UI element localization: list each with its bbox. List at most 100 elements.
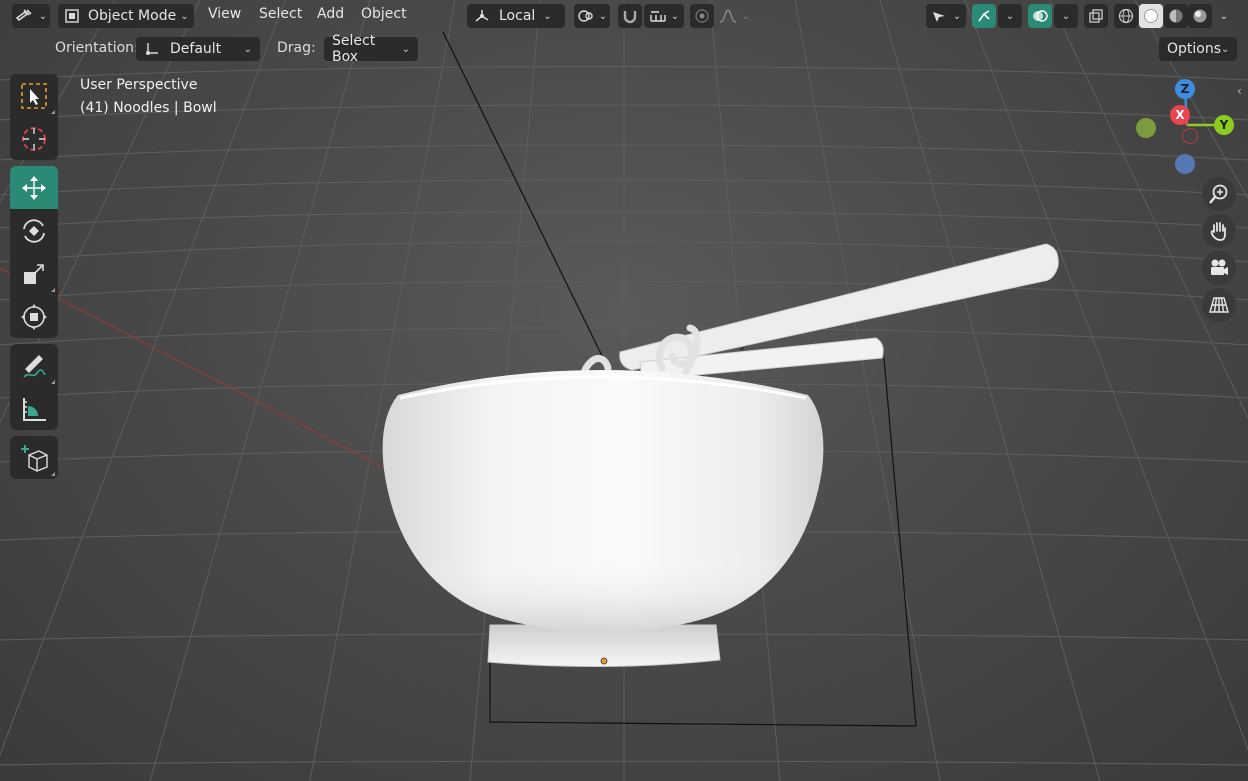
gizmo-neg-y-axis[interactable] <box>1136 118 1156 138</box>
tool-corner-marker <box>51 288 55 292</box>
shading-wireframe-button[interactable] <box>1114 4 1138 28</box>
gizmo-dropdown[interactable]: ⌄ <box>998 4 1022 28</box>
options-dropdown[interactable]: Options ⌄ <box>1159 37 1237 61</box>
3d-viewport[interactable] <box>0 0 1248 781</box>
proportional-circle-icon <box>694 8 710 24</box>
material-sphere-icon <box>1168 8 1184 24</box>
menu-add[interactable]: Add <box>317 6 344 22</box>
snap-toggle[interactable] <box>618 4 642 28</box>
transform-orientation-dropdown[interactable]: Local ⌄ <box>467 4 565 28</box>
zoom-button[interactable] <box>1202 177 1236 211</box>
editor-type-button[interactable]: ⌄ <box>12 4 50 28</box>
gizmo-z-axis[interactable]: Z <box>1175 79 1195 99</box>
annotate-tool[interactable] <box>10 344 58 387</box>
cursor-tool[interactable] <box>10 117 58 160</box>
pivot-icon <box>577 8 595 24</box>
bowl <box>382 370 824 668</box>
rendered-sphere-icon <box>1192 8 1208 24</box>
camera-view-button[interactable] <box>1202 251 1236 285</box>
wireframe-sphere-icon <box>1118 8 1134 24</box>
toolbar-group-select <box>10 74 58 160</box>
falloff-dropdown[interactable]: ⌄ <box>716 4 752 28</box>
proportional-editing-toggle[interactable] <box>690 4 714 28</box>
rotate-icon <box>23 218 45 243</box>
toolbar-group-transform <box>10 166 58 338</box>
chevron-down-icon: ⌄ <box>180 10 189 22</box>
chevron-down-icon: ⌄ <box>598 10 608 22</box>
xray-icon <box>1088 8 1104 24</box>
scale-tool[interactable] <box>10 252 58 295</box>
object-info: (41) Noodles | Bowl <box>80 100 217 116</box>
chevron-down-icon: ⌄ <box>1221 43 1230 55</box>
grid-perspective-icon <box>1209 297 1229 313</box>
shading-material-button[interactable] <box>1164 4 1188 28</box>
drag-value: Select Box <box>332 33 376 65</box>
transform-icon <box>21 303 47 330</box>
gizmo-x-label: X <box>1175 108 1185 122</box>
chevron-down-icon: ⌄ <box>670 10 680 22</box>
options-label: Options <box>1167 41 1222 57</box>
show-gizmo-toggle[interactable] <box>972 4 996 28</box>
gizmo-y-axis[interactable]: Y <box>1214 115 1234 135</box>
pivot-point-button[interactable]: ⌄ <box>574 4 610 28</box>
chevron-down-icon: ⌄ <box>1005 10 1015 22</box>
orientation-axes-icon <box>144 41 160 57</box>
drag-dropdown[interactable]: Select Box ⌄ <box>324 33 418 65</box>
view-object-types-dropdown[interactable]: ⌄ <box>926 4 966 28</box>
pencil-icon <box>23 354 46 378</box>
navigation-gizmo[interactable]: Z X Y <box>1130 74 1240 184</box>
shading-options-dropdown[interactable]: ⌄ <box>1212 4 1236 28</box>
orientation-value: Default <box>170 41 222 57</box>
chevron-down-icon: ⌄ <box>401 43 410 55</box>
gizmo-x-axis[interactable]: X <box>1170 105 1190 125</box>
perspective-toggle-button[interactable] <box>1202 288 1236 322</box>
drag-label: Drag: <box>277 40 316 56</box>
overlays-dropdown[interactable]: ⌄ <box>1054 4 1078 28</box>
measure-tool[interactable] <box>10 387 58 430</box>
sidebar-toggle-arrow[interactable]: ‹ <box>1237 84 1248 100</box>
editor-type-icon <box>15 8 35 24</box>
falloff-curve-icon <box>718 8 738 24</box>
camera-icon <box>1211 259 1228 275</box>
tool-corner-marker <box>51 380 55 384</box>
menu-object[interactable]: Object <box>361 6 407 22</box>
zoom-icon <box>1209 184 1228 204</box>
gizmo-z-label: Z <box>1180 82 1190 96</box>
orientation-dropdown[interactable]: Default ⌄ <box>136 37 260 61</box>
hand-icon <box>1210 222 1226 241</box>
viewport-header: ⌄ Object Mode ⌄ View Select Add Object L… <box>0 0 1248 32</box>
shading-solid-button[interactable] <box>1139 4 1163 28</box>
chevron-down-icon: ⌄ <box>952 10 962 22</box>
transform-orientation-label: Local <box>499 8 536 24</box>
gizmo-neg-x-axis[interactable] <box>1182 128 1198 144</box>
snap-increment-icon <box>649 9 667 23</box>
local-axes-icon <box>473 8 491 24</box>
select-box-tool[interactable] <box>10 74 58 117</box>
ruler-icon <box>23 397 46 421</box>
menu-select[interactable]: Select <box>259 6 302 22</box>
show-overlays-toggle[interactable] <box>1028 4 1052 28</box>
view-name: User Perspective <box>80 77 198 93</box>
cursor-icon <box>22 126 46 151</box>
chevron-down-icon: ⌄ <box>741 10 751 22</box>
move-arrows-icon <box>22 175 46 200</box>
xray-toggle[interactable] <box>1084 4 1108 28</box>
transform-tool[interactable] <box>10 295 58 338</box>
scene-canvas <box>0 0 1248 781</box>
gizmo-icon <box>976 8 992 24</box>
select-box-icon <box>21 82 47 109</box>
add-cube-tool[interactable] <box>10 436 58 479</box>
pan-button[interactable] <box>1202 214 1236 248</box>
tool-corner-marker <box>51 110 55 114</box>
mode-selector[interactable]: Object Mode ⌄ <box>58 4 194 28</box>
gizmo-y-label: Y <box>1219 118 1229 132</box>
gizmo-neg-z-axis[interactable] <box>1175 154 1195 174</box>
snap-target-dropdown[interactable]: ⌄ <box>644 4 684 28</box>
orientation-label: Orientation: <box>55 40 139 56</box>
chevron-down-icon: ⌄ <box>38 10 48 22</box>
shading-rendered-button[interactable] <box>1188 4 1212 28</box>
move-tool[interactable] <box>10 166 58 209</box>
rotate-tool[interactable] <box>10 209 58 252</box>
menu-view[interactable]: View <box>208 6 241 22</box>
chevron-down-icon: ⌄ <box>1061 10 1071 22</box>
